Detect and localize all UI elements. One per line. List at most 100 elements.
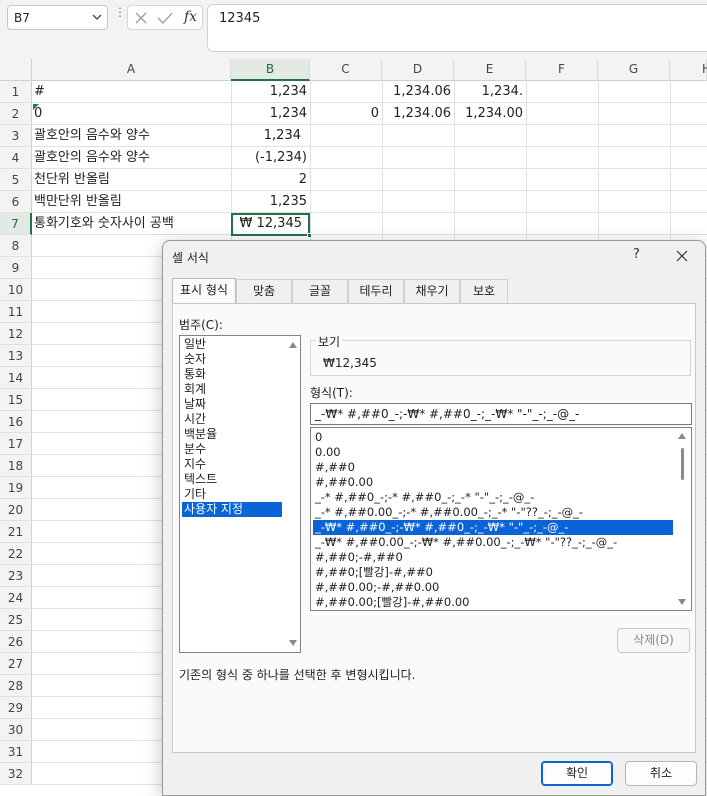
row-header[interactable]: 9	[0, 257, 32, 279]
cell-e2[interactable]: 1,234.00	[454, 103, 526, 125]
row-header[interactable]: 8	[0, 235, 32, 257]
category-item[interactable]: 통화	[182, 367, 282, 382]
tab-number[interactable]: 표시 형식	[172, 278, 236, 303]
cell-b3[interactable]: 1,234	[231, 125, 310, 147]
cancel-icon[interactable]	[134, 11, 148, 25]
format-item[interactable]: #,##0.00;-#,##0.00	[313, 580, 673, 595]
scroll-up-icon[interactable]	[289, 342, 297, 348]
row-header[interactable]: 14	[0, 367, 32, 389]
cell-d2[interactable]: 1,234.06	[382, 103, 454, 125]
row-header[interactable]: 2	[0, 103, 32, 125]
tab-border[interactable]: 테두리	[348, 279, 404, 303]
tab-fill[interactable]: 채우기	[404, 279, 460, 303]
format-item[interactable]: 0.00	[313, 445, 673, 460]
cell-a7[interactable]: 통화기호와 숫자사이 공백	[32, 213, 231, 235]
row-header[interactable]: 29	[0, 697, 32, 719]
cell-d1[interactable]: 1,234.06	[382, 81, 454, 103]
chevron-down-icon[interactable]	[92, 12, 102, 22]
cell-b1[interactable]: 1,234	[231, 81, 310, 103]
format-item[interactable]: _-* #,##0.00_-;-* #,##0.00_-;_-* "-"??_-…	[313, 505, 673, 520]
help-button[interactable]: ?	[633, 247, 640, 262]
row-header[interactable]: 30	[0, 719, 32, 741]
column-header-e[interactable]: E	[454, 59, 526, 81]
insert-function-icon[interactable]: fx	[184, 9, 197, 25]
row-header[interactable]: 13	[0, 345, 32, 367]
category-item[interactable]: 일반	[182, 337, 282, 352]
format-item[interactable]: #,##0.00;[빨강]-#,##0.00	[313, 595, 673, 610]
row-header[interactable]: 10	[0, 279, 32, 301]
cell-a5[interactable]: 천단위 반올림	[32, 169, 231, 191]
row-header[interactable]: 18	[0, 455, 32, 477]
format-item[interactable]: 0	[313, 430, 673, 445]
column-header-g[interactable]: G	[598, 59, 670, 81]
close-icon[interactable]	[675, 249, 689, 263]
row-header[interactable]: 24	[0, 587, 32, 609]
tab-font[interactable]: 글꼴	[292, 279, 348, 303]
column-header-h[interactable]: H	[670, 59, 707, 81]
category-item[interactable]: 시간	[182, 412, 282, 427]
scroll-thumb[interactable]	[681, 448, 684, 480]
column-header-f[interactable]: F	[526, 59, 598, 81]
cell-a4[interactable]: 괄호안의 음수와 양수	[32, 147, 231, 169]
row-header[interactable]: 1	[0, 81, 32, 103]
row-header[interactable]: 19	[0, 477, 32, 499]
row-header[interactable]: 15	[0, 389, 32, 411]
scroll-down-icon[interactable]	[678, 599, 686, 605]
scroll-down-icon[interactable]	[289, 640, 297, 646]
category-item[interactable]: 회계	[182, 382, 282, 397]
tab-alignment[interactable]: 맞춤	[236, 279, 292, 303]
row-header[interactable]: 11	[0, 301, 32, 323]
row-header[interactable]: 6	[0, 191, 32, 213]
row-header[interactable]: 7	[0, 213, 32, 235]
format-scrollbar[interactable]	[674, 428, 691, 610]
category-item[interactable]: 분수	[182, 442, 282, 457]
scroll-up-icon[interactable]	[678, 433, 686, 439]
cell-e1[interactable]: 1,234.	[454, 81, 526, 103]
format-item[interactable]: #,##0.00	[313, 475, 673, 490]
row-header[interactable]: 32	[0, 763, 32, 785]
column-header-a[interactable]: A	[32, 59, 231, 81]
row-header[interactable]: 4	[0, 147, 32, 169]
cell-b5[interactable]: 2	[231, 169, 310, 191]
cell-a3[interactable]: 괄호안의 음수와 양수	[32, 125, 231, 147]
ok-button[interactable]: 확인	[541, 761, 613, 786]
row-header[interactable]: 31	[0, 741, 32, 763]
tab-protection[interactable]: 보호	[460, 279, 508, 303]
row-header[interactable]: 26	[0, 631, 32, 653]
row-header[interactable]: 5	[0, 169, 32, 191]
row-header[interactable]: 21	[0, 521, 32, 543]
category-item-selected[interactable]: 사용자 지정	[182, 502, 282, 517]
select-all-corner[interactable]	[0, 59, 32, 81]
row-header[interactable]: 3	[0, 125, 32, 147]
format-item[interactable]: #,##0	[313, 460, 673, 475]
check-icon[interactable]	[157, 11, 173, 25]
column-header-b[interactable]: B	[231, 59, 310, 81]
row-header[interactable]: 27	[0, 653, 32, 675]
cell-b2[interactable]: 1,234	[231, 103, 310, 125]
category-list[interactable]: 일반 숫자 통화 회계 날짜 시간 백분율 분수 지수 텍스트 기타 사용자 지…	[179, 335, 301, 653]
row-header[interactable]: 12	[0, 323, 32, 345]
format-item[interactable]: #,##0;-#,##0	[313, 550, 673, 565]
row-header[interactable]: 17	[0, 433, 32, 455]
row-header[interactable]: 23	[0, 565, 32, 587]
category-scrollbar[interactable]	[286, 336, 300, 652]
category-item[interactable]: 기타	[182, 487, 282, 502]
more-options-icon[interactable]: ⋮	[114, 6, 126, 18]
name-box[interactable]: B7	[7, 5, 108, 30]
cell-b6[interactable]: 1,235	[231, 191, 310, 213]
cell-c2[interactable]: 0	[310, 103, 382, 125]
cell-a6[interactable]: 백만단위 반올림	[32, 191, 231, 213]
category-item[interactable]: 날짜	[182, 397, 282, 412]
row-header[interactable]: 28	[0, 675, 32, 697]
cell-a2[interactable]: 0	[32, 103, 231, 125]
format-item[interactable]: _-* #,##0_-;-* #,##0_-;_-* "-"_-;_-@_-	[313, 490, 673, 505]
row-header[interactable]: 25	[0, 609, 32, 631]
format-list[interactable]: 0 0.00 #,##0 #,##0.00 _-* #,##0_-;-* #,#…	[310, 427, 692, 611]
format-item[interactable]: #,##0;[빨강]-#,##0	[313, 565, 673, 580]
delete-button[interactable]: 삭제(D)	[617, 628, 690, 653]
format-item[interactable]: _-₩* #,##0.00_-;-₩* #,##0.00_-;_-₩* "-"?…	[313, 535, 673, 550]
category-item[interactable]: 지수	[182, 457, 282, 472]
row-header[interactable]: 16	[0, 411, 32, 433]
cell-b4[interactable]: (-1,234)	[231, 147, 310, 169]
category-item[interactable]: 숫자	[182, 352, 282, 367]
